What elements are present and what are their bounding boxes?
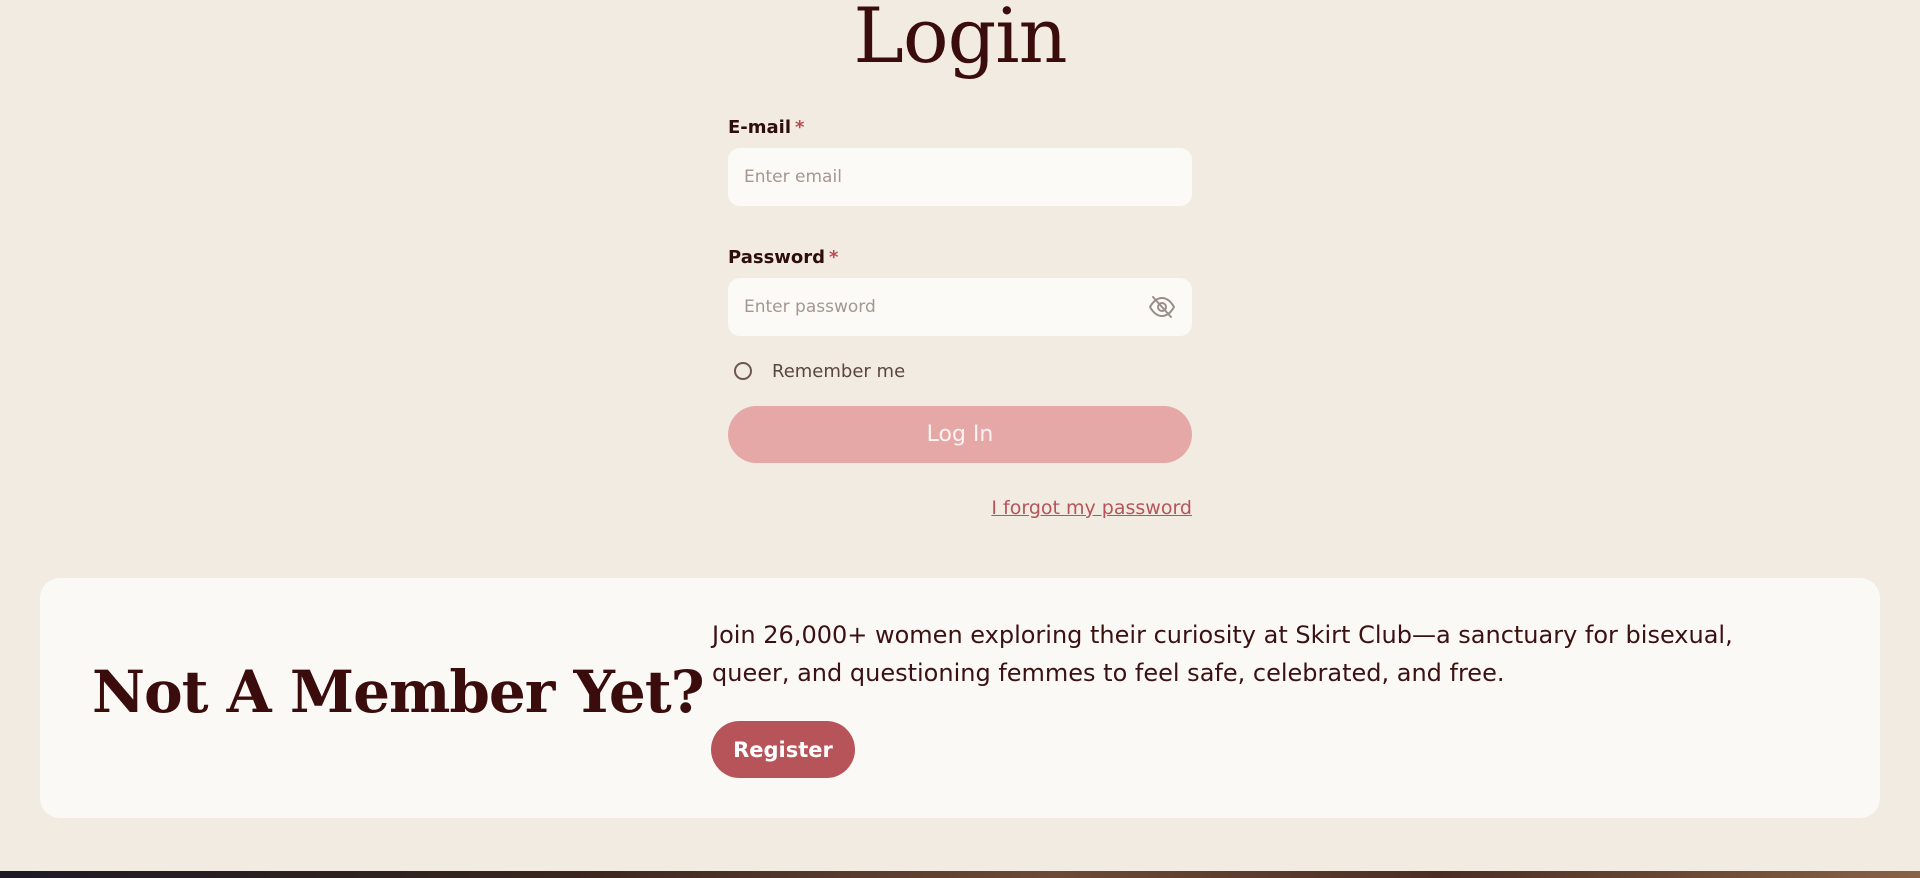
remember-me-label[interactable]: Remember me [772, 361, 905, 382]
forgot-password-link[interactable]: I forgot my password [728, 497, 1192, 519]
page-title: Login [853, 0, 1067, 80]
login-button[interactable]: Log In [728, 406, 1192, 463]
password-label: Password * [728, 246, 1192, 270]
password-field[interactable] [728, 278, 1192, 336]
login-form: E-mail* Password* Remember me [728, 116, 1192, 519]
email-label-text: E-mail [728, 117, 792, 138]
password-input-wrapper [728, 278, 1192, 336]
email-input-wrapper [728, 148, 1192, 206]
member-description: Join 26,000+ women exploring their curio… [712, 621, 1733, 687]
remember-me-radio[interactable] [734, 362, 752, 380]
member-title: Not A Member Yet? [92, 658, 705, 726]
eye-off-icon[interactable] [1148, 294, 1176, 320]
footer-image [0, 871, 1920, 878]
password-label-text: Password [728, 247, 826, 268]
login-page: Login E-mail* Password* [0, 0, 1920, 878]
required-mark: * [795, 117, 805, 138]
register-button[interactable]: Register [711, 721, 855, 778]
email-field[interactable] [728, 148, 1192, 206]
email-group: E-mail * [728, 116, 1192, 206]
member-card: Not A Member Yet? Join 26,000+ women exp… [40, 578, 1880, 818]
required-mark: * [829, 247, 839, 268]
email-label: E-mail * [728, 116, 1192, 140]
password-group: Password * [728, 246, 1192, 336]
remember-me-row: Remember me [728, 356, 1192, 386]
